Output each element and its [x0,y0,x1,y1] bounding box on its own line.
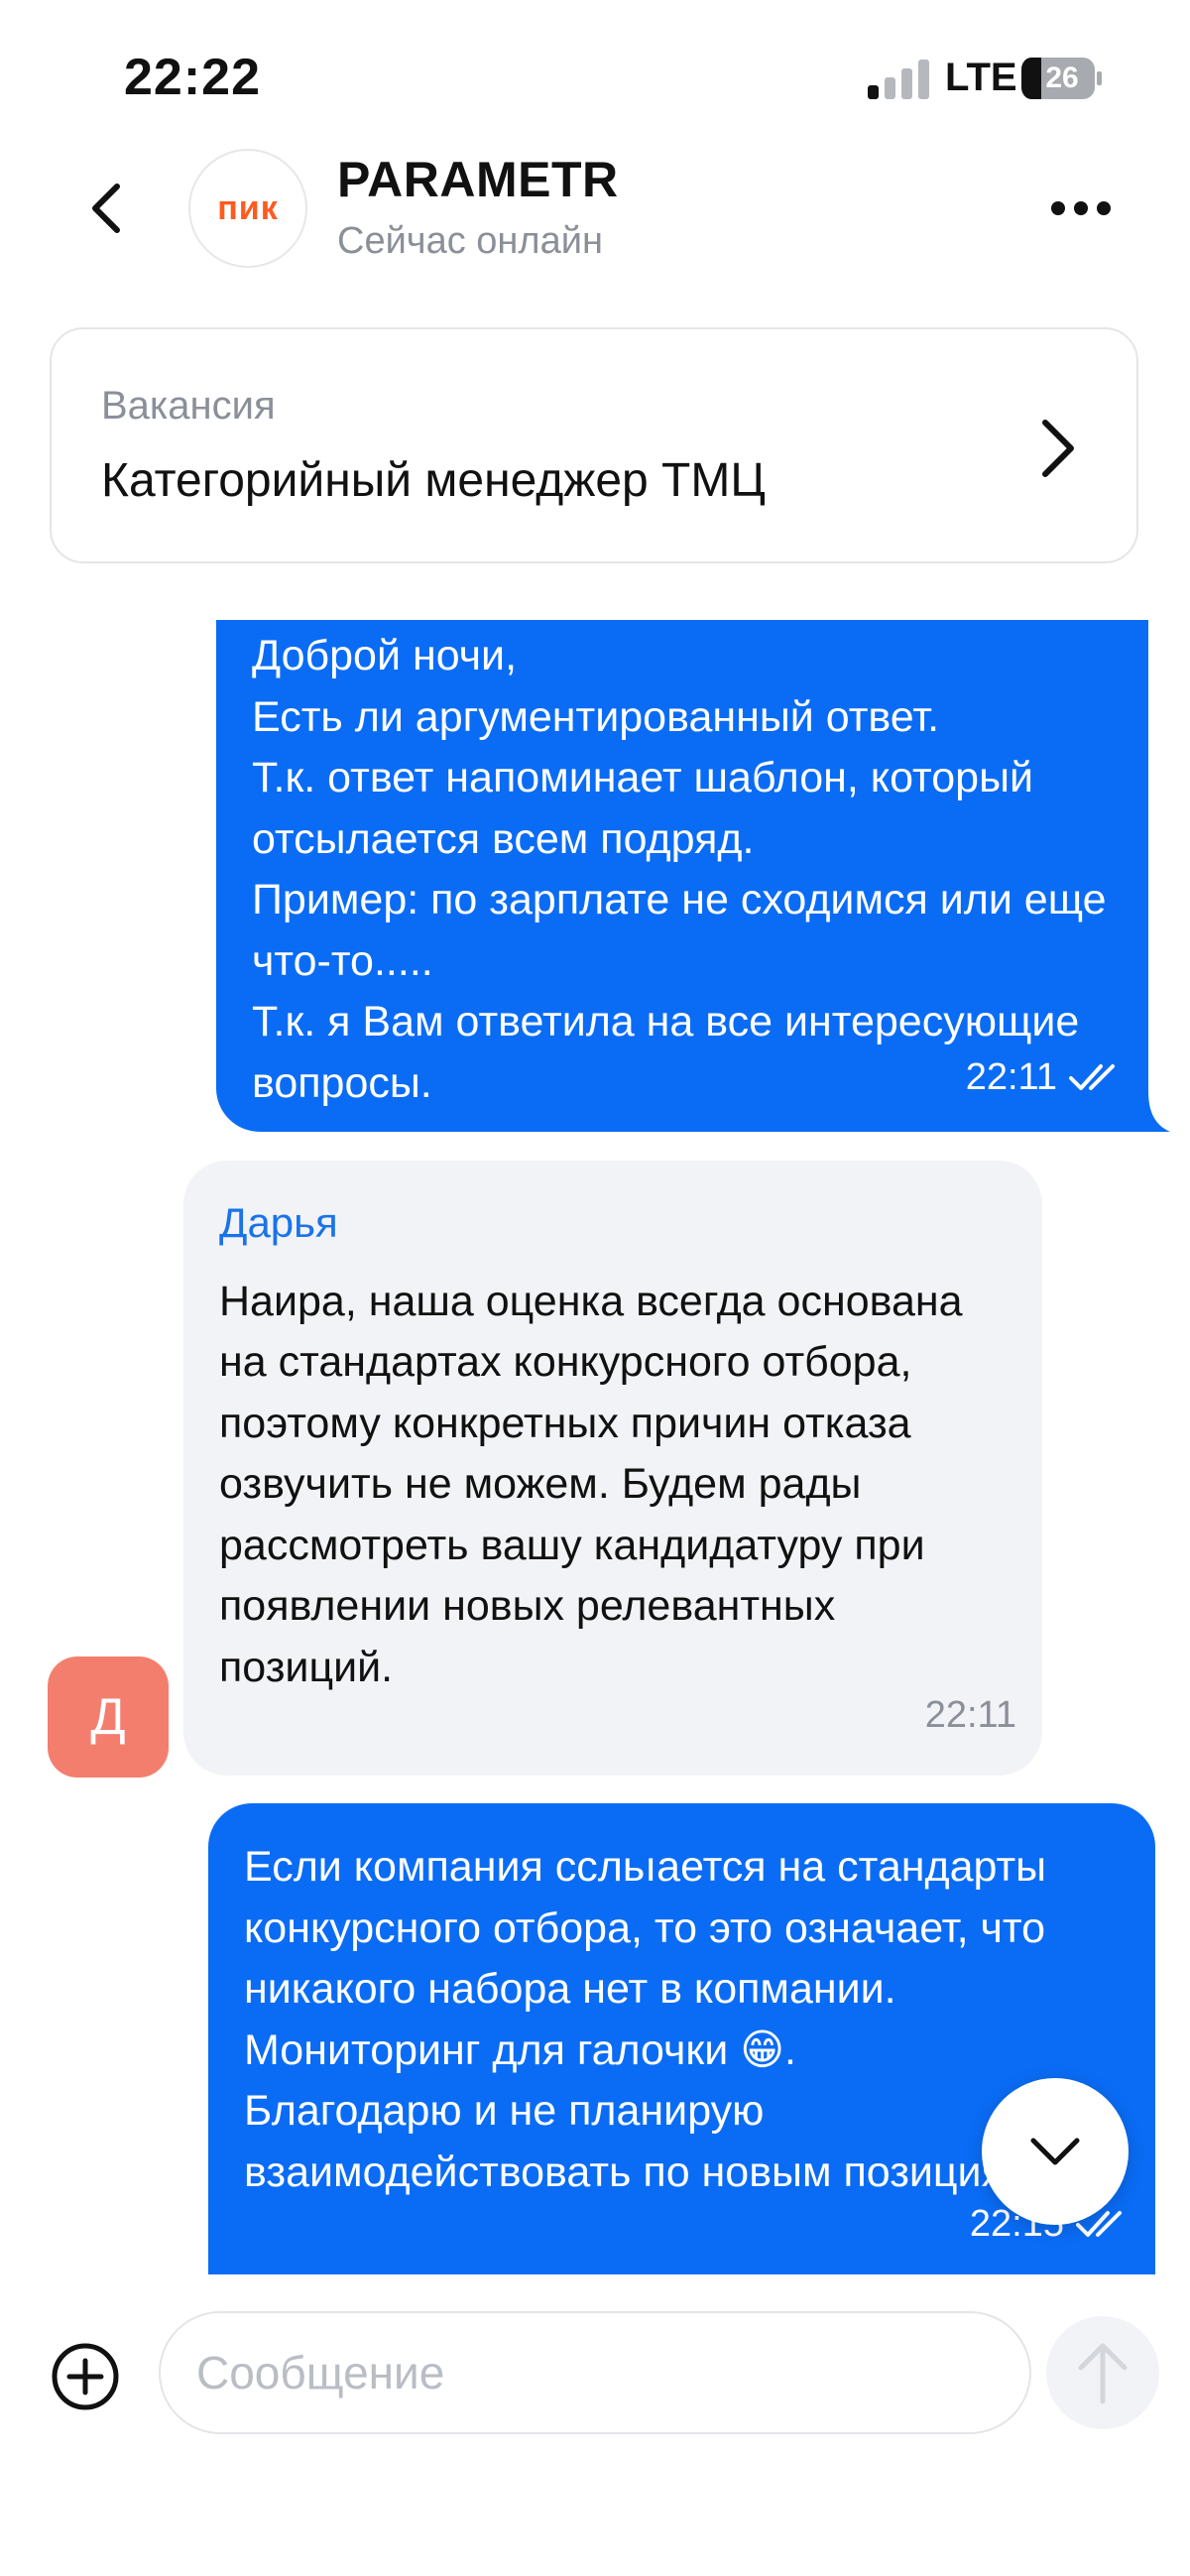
chevron-right-icon [1042,420,1074,477]
bubble-tail [1140,1091,1170,1132]
sender-avatar[interactable]: Д [48,1656,169,1778]
vacancy-card[interactable]: Вакансия Категорийный менеджер ТМЦ [50,327,1138,563]
vacancy-title: Категорийный менеджер ТМЦ [101,454,766,507]
back-icon[interactable] [79,179,139,238]
plus-circle-icon[interactable] [50,2341,121,2412]
status-bar: 22:22 LTE 26 [0,0,1190,149]
message-meta: 22:11 [966,1047,1123,1109]
message-meta: 22:11 [925,1685,1016,1747]
message-time: 22:11 [924,1693,1016,1736]
scroll-to-bottom-button[interactable] [982,2078,1129,2225]
double-check-icon [1069,1064,1115,1091]
arrow-up-icon [1078,2343,1128,2404]
more-icon[interactable] [1046,188,1116,228]
message-outgoing[interactable]: Доброй ночи, Есть ли аргументированный о… [216,620,1148,1132]
message-incoming[interactable]: Дарья Наира, наша оценка всегда основана… [183,1161,1042,1776]
message-text: Доброй ночи, Есть ли аргументированный о… [252,632,1107,1107]
vacancy-label: Вакансия [101,384,276,428]
status-time: 22:22 [124,49,261,106]
signal-icon [868,60,929,99]
sender-name: Дарья [219,1199,338,1246]
chat-title[interactable]: PARAMETR [337,151,619,208]
message-input[interactable] [159,2311,1031,2434]
network-type: LTE [945,56,1017,99]
battery-level: 26 [1045,61,1079,94]
message-text: Наира, наша оценка всегда основана на ст… [219,1277,963,1691]
company-avatar[interactable]: пик [188,149,307,268]
online-status: Сейчас онлайн [337,220,603,262]
chevron-down-icon [1030,2138,1080,2165]
company-logo-text: пик [217,188,279,227]
send-button[interactable] [1046,2316,1159,2429]
message-time: 22:11 [965,1055,1057,1098]
